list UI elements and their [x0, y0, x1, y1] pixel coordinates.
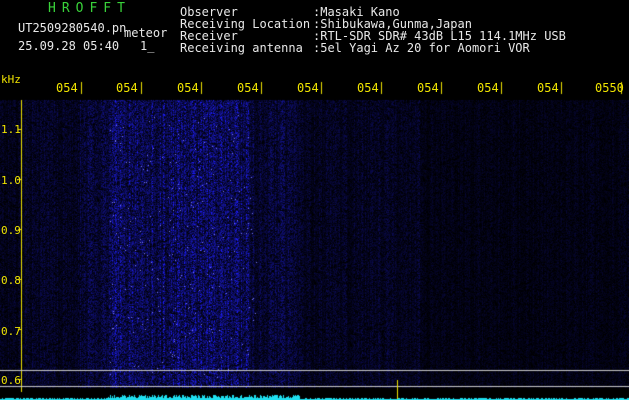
- header-panel: HROFFT UT2509280540.pn meteor 25.09.28 0…: [0, 0, 629, 78]
- x-label: 054: [477, 81, 499, 95]
- mode-label: meteor: [124, 26, 168, 40]
- y-label: 0.7: [1, 325, 21, 338]
- y-label: 1.1: [1, 123, 21, 136]
- x-label: 054: [537, 81, 559, 95]
- x-label: 054: [417, 81, 439, 95]
- x-label: 054: [116, 81, 138, 95]
- y-label: 0.8: [1, 274, 21, 287]
- app-title: HROFFT: [48, 1, 131, 16]
- x-label: 054: [357, 81, 379, 95]
- y-label: 0.9: [1, 224, 21, 237]
- file-name: UT2509280540.pn: [18, 21, 127, 35]
- x-label: 054: [297, 81, 319, 95]
- time-axis: 054 054 054 054 054 054 054 054 054 0550: [0, 78, 629, 100]
- spectrogram: [0, 78, 629, 400]
- y-label: 1.0: [1, 174, 21, 187]
- x-label: 0550: [595, 81, 624, 95]
- frequency-axis: kHz 1.1 1.0 0.9 0.8 0.7 0.6: [0, 74, 26, 400]
- counter: 1_: [140, 39, 155, 53]
- date-time: 25.09.28 05:40: [18, 39, 120, 53]
- x-label: 054: [56, 81, 78, 95]
- x-label: 054: [237, 81, 259, 95]
- antenna-label: Receiving antenna: [180, 41, 303, 55]
- y-label: 0.6: [1, 374, 21, 387]
- antenna-value: :5el Yagi Az 20 for Aomori VOR: [313, 41, 530, 55]
- x-label: 054: [177, 81, 199, 95]
